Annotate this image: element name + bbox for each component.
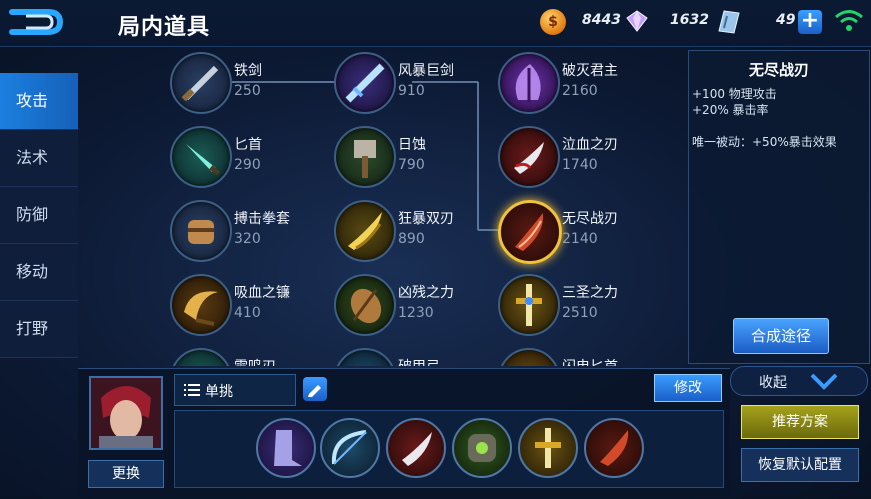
list-icon — [184, 384, 200, 396]
item-name: 雷鸣刃 — [234, 356, 276, 366]
dagger-icon — [170, 126, 232, 188]
item-rishi[interactable]: 日蚀 790 — [326, 124, 496, 190]
item-leimingren[interactable]: 雷鸣刃 — [162, 346, 332, 366]
item-fengbaojujian[interactable]: 风暴巨剑 910 — [326, 50, 496, 116]
lightning-dagger-icon — [498, 348, 560, 366]
gold-coin-icon: $ — [540, 9, 566, 35]
slot-4-armor-icon[interactable] — [452, 418, 512, 478]
trinity-force-icon — [498, 274, 560, 336]
detail-stat-crit: +20% 暴击率 — [692, 103, 769, 117]
collapse-label: 收起 — [759, 375, 787, 391]
item-name: 凶残之力 — [398, 285, 454, 301]
item-grid: 铁剑 250 风暴巨剑 910 破灭君主 2160 匕首 290 日蚀 790 … — [82, 48, 686, 366]
item-price: 290 — [234, 157, 261, 173]
item-price: 1230 — [398, 305, 434, 321]
edit-icon[interactable] — [303, 377, 327, 401]
item-name: 狂暴双刃 — [398, 211, 454, 227]
item-name: 闪电匕首 — [562, 356, 618, 366]
collapse-button[interactable]: 收起 — [730, 366, 868, 396]
category-tabs: 攻击 法术 防御 移动 打野 — [0, 73, 78, 358]
item-name: 破灭君主 — [562, 63, 618, 79]
slot-2-bow-icon[interactable] — [320, 418, 380, 478]
slot-3-bloodweeping-blade-icon[interactable] — [386, 418, 446, 478]
item-xixuezhilian[interactable]: 吸血之镰 410 — [162, 272, 332, 338]
tab-defense[interactable]: 防御 — [0, 187, 78, 244]
endless-blade-icon — [498, 200, 562, 264]
bloodweeping-blade-icon — [498, 126, 560, 188]
boxing-gauntlet-icon — [170, 200, 232, 262]
item-wujinzhanren[interactable]: 无尽战刃 2140 — [490, 198, 660, 264]
item-xiongcanzhili[interactable]: 凶残之力 1230 — [326, 272, 496, 338]
item-price: 250 — [234, 83, 261, 99]
item-pomiejunzhu[interactable]: 破灭君主 2160 — [490, 50, 660, 116]
compose-path-button[interactable]: 合成途径 — [733, 318, 829, 354]
wifi-icon — [835, 10, 863, 31]
page-title: 局内道具 — [118, 15, 211, 40]
voucher-icon — [718, 10, 740, 34]
chevron-down-icon — [810, 373, 838, 390]
item-price: 320 — [234, 231, 261, 247]
modify-button[interactable]: 修改 — [654, 374, 722, 402]
item-name: 匕首 — [234, 137, 262, 153]
recommend-plan-button[interactable]: 推荐方案 — [741, 405, 859, 439]
item-price: 410 — [234, 305, 261, 321]
diamond-icon — [626, 10, 648, 32]
item-qixuezhiren[interactable]: 泣血之刃 1740 — [490, 124, 660, 190]
item-sanshengzhili[interactable]: 三圣之力 2510 — [490, 272, 660, 338]
item-bishou[interactable]: 匕首 290 — [162, 124, 332, 190]
item-bojiquantao[interactable]: 搏击拳套 320 — [162, 198, 332, 264]
iron-sword-icon — [170, 52, 232, 114]
item-name: 泣血之刃 — [562, 137, 618, 153]
item-name: 铁剑 — [234, 63, 262, 79]
loadout-mode-select[interactable]: 单挑 — [174, 374, 296, 406]
add-currency-button[interactable]: + — [798, 10, 822, 34]
eclipse-hammer-icon — [334, 126, 396, 188]
armor-break-bow-icon — [334, 348, 396, 366]
vampiric-scythe-icon — [170, 274, 232, 336]
item-name: 搏击拳套 — [234, 211, 290, 227]
item-name: 无尽战刃 — [562, 211, 618, 227]
storm-sword-icon — [334, 52, 396, 114]
tab-jungle[interactable]: 打野 — [0, 301, 78, 358]
item-detail-panel: 无尽战刃 +100 物理攻击 +20% 暴击率 唯一被动：+50%暴击效果 — [688, 50, 870, 364]
item-kuangbaoshuangren[interactable]: 狂暴双刃 890 — [326, 198, 496, 264]
gold-amount: 8443 — [582, 12, 621, 28]
thunder-blade-icon — [170, 348, 232, 366]
brutal-force-icon — [334, 274, 396, 336]
slot-1-boots-icon[interactable] — [256, 418, 316, 478]
tab-movement[interactable]: 移动 — [0, 244, 78, 301]
item-price: 2510 — [562, 305, 598, 321]
ruin-sovereign-icon — [498, 52, 560, 114]
item-price: 1740 — [562, 157, 598, 173]
item-price: 2140 — [562, 231, 598, 247]
tab-attack[interactable]: 攻击 — [0, 73, 78, 130]
item-name: 日蚀 — [398, 137, 426, 153]
diamond-amount: 1632 — [670, 12, 709, 28]
item-price: 2160 — [562, 83, 598, 99]
item-pojiagong[interactable]: 破甲弓 — [326, 346, 496, 366]
item-shandianbishou[interactable]: 闪电匕首 — [490, 346, 660, 366]
item-price: 910 — [398, 83, 425, 99]
item-name: 三圣之力 — [562, 285, 618, 301]
restore-default-button[interactable]: 恢复默认配置 — [741, 448, 859, 482]
detail-item-name: 无尽战刃 — [748, 61, 809, 79]
item-tiejian[interactable]: 铁剑 250 — [162, 50, 332, 116]
detail-passive: 唯一被动：+50%暴击效果 — [692, 135, 837, 149]
item-price: 790 — [398, 157, 425, 173]
voucher-amount: 49 — [776, 12, 796, 28]
tab-magic[interactable]: 法术 — [0, 130, 78, 187]
item-name: 破甲弓 — [398, 356, 440, 366]
item-name: 风暴巨剑 — [398, 63, 454, 79]
mode-label: 单挑 — [205, 384, 233, 400]
slot-5-trinity-force-icon[interactable] — [518, 418, 578, 478]
frenzy-dual-blade-icon — [334, 200, 396, 262]
hero-avatar[interactable] — [89, 376, 163, 450]
item-name: 吸血之镰 — [234, 285, 290, 301]
item-price: 890 — [398, 231, 425, 247]
back-button[interactable] — [8, 6, 66, 38]
slot-6-endless-blade-icon[interactable] — [584, 418, 644, 478]
detail-stat-attack: +100 物理攻击 — [692, 87, 777, 101]
back-arrow-icon — [9, 9, 64, 35]
swap-hero-button[interactable]: 更换 — [88, 460, 164, 488]
